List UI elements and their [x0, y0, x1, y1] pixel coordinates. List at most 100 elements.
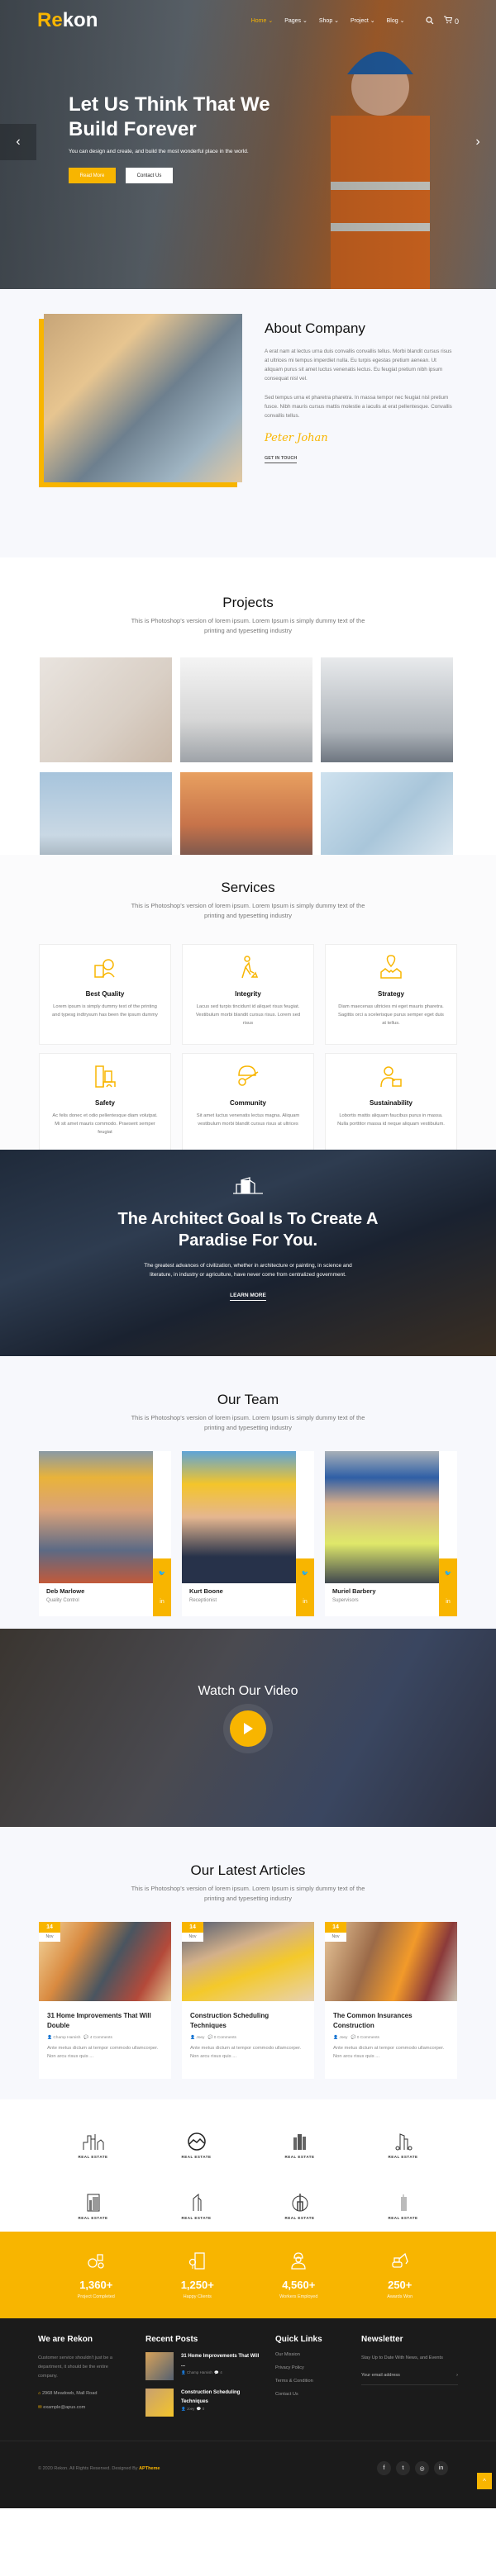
team-card: 🐦 in Muriel Barbery Supervisors	[325, 1451, 457, 1616]
recent-posts-title: Recent Posts	[145, 2335, 198, 2344]
search-icon[interactable]	[426, 17, 434, 25]
partner-logo[interactable]: REAL ESTATE	[41, 2132, 145, 2170]
team-name: Kurt Boone	[189, 1587, 223, 1595]
glass-building-logo-icon	[400, 2194, 407, 2211]
newsletter-email-input[interactable]: Your email address ›	[361, 2373, 458, 2385]
twitter-icon[interactable]: t	[396, 2461, 410, 2475]
article-card[interactable]: 14 Nov 31 Home Improvements That Will Dou…	[39, 1922, 171, 2079]
team-photo	[182, 1451, 296, 1583]
team-photo	[325, 1451, 439, 1583]
hero-subtitle: You can design and create, and build the…	[69, 149, 249, 154]
cart-button[interactable]: 0	[444, 16, 459, 26]
projects-section: Projects This is Photoshop's version of …	[0, 557, 496, 877]
submit-arrow-icon[interactable]: ›	[456, 2373, 458, 2378]
partner-logo[interactable]: REAL ESTATE	[351, 2132, 455, 2170]
slider-prev-button[interactable]: ‹	[0, 124, 36, 160]
partner-logo[interactable]: REAL ESTATE	[145, 2132, 248, 2170]
about-photo	[44, 314, 242, 482]
slider-next-button[interactable]: ›	[460, 124, 496, 160]
footer-bottom: © 2020 Rekon. All Rights Reserved. Desig…	[0, 2441, 496, 2508]
team-card: 🐦 in Deb Marlowe Quality Control	[39, 1451, 171, 1616]
nav-shop[interactable]: Shop ⌄	[319, 17, 339, 24]
partner-logo[interactable]: REAL ESTATE	[41, 2194, 145, 2232]
service-text: Diam maecenas ultricies mi eget mauris p…	[338, 1004, 444, 1026]
service-card: Strategy Diam maecenas ultricies mi eget…	[325, 944, 457, 1045]
article-author: Joey	[339, 2036, 348, 2040]
recent-post-thumb	[145, 2389, 174, 2417]
partner-logo[interactable]: REAL ESTATE	[351, 2194, 455, 2232]
twitter-icon[interactable]: 🐦	[159, 1570, 166, 1577]
article-image: 14 Nov	[39, 1922, 171, 2001]
recent-post-title[interactable]: Construction Scheduling Techniques	[181, 2389, 264, 2407]
designer-link[interactable]: APTheme	[139, 2466, 160, 2471]
article-card[interactable]: 14 Nov Construction Scheduling Techniques…	[182, 1922, 314, 2079]
instagram-icon[interactable]: ◎	[415, 2461, 429, 2475]
about-image	[39, 314, 242, 487]
road-roller-icon	[88, 2254, 104, 2269]
contact-us-button[interactable]: Contact Us	[126, 168, 173, 183]
building-outline-icon	[233, 1177, 263, 1194]
nav-blog[interactable]: Blog ⌄	[387, 17, 405, 24]
stat-value: 4,560+	[282, 2279, 316, 2291]
linkedin-icon[interactable]: in	[160, 1599, 164, 1605]
worker-icon	[291, 2252, 306, 2270]
architect-text: The greatest advances of civilization, w…	[144, 1263, 352, 1278]
team-subtitle: This is Photoshop's version of lorem ips…	[131, 1414, 365, 1431]
nav-project[interactable]: Project ⌄	[351, 17, 375, 24]
comment-icon: 💬	[196, 2407, 203, 2411]
recent-post-thumb	[145, 2352, 174, 2380]
stat-label: Workers Employed	[279, 2294, 318, 2299]
social-links: f t ◎ in	[377, 2461, 448, 2475]
nav-pages[interactable]: Pages ⌄	[284, 17, 308, 24]
architect-banner: The Architect Goal Is To Create A Paradi…	[0, 1150, 496, 1356]
user-icon: 👤	[181, 2407, 187, 2411]
back-to-top-button[interactable]: ^	[477, 2473, 492, 2489]
partner-logo[interactable]: REAL ESTATE	[145, 2193, 248, 2232]
article-title[interactable]: 31 Home Improvements That Will Double	[39, 2001, 171, 2031]
read-more-button[interactable]: Read More	[69, 168, 116, 183]
linkedin-icon[interactable]: in	[446, 1599, 450, 1605]
project-image[interactable]	[180, 657, 312, 762]
logo[interactable]: Rekon	[37, 9, 98, 32]
facebook-icon[interactable]: f	[377, 2461, 391, 2475]
comment-icon: 💬	[83, 2036, 90, 2040]
project-image[interactable]	[321, 657, 453, 762]
footer-email[interactable]: example@apus.com	[43, 2405, 85, 2410]
article-title[interactable]: Construction Scheduling Techniques	[182, 2001, 314, 2031]
article-excerpt: Ante metus dictum at tempor commodo ulla…	[333, 2046, 445, 2059]
team-name: Deb Marlowe	[46, 1587, 85, 1595]
stat-item: 1,250+ Happy Clients	[147, 2232, 249, 2318]
comment-icon: 💬	[207, 2036, 214, 2040]
recent-post-title[interactable]: 31 Home Improvements That Will ...	[181, 2352, 264, 2370]
learn-more-link[interactable]: LEARN MORE	[230, 1293, 266, 1301]
twitter-icon[interactable]: 🐦	[302, 1570, 309, 1577]
link-contact-us[interactable]: Contact Us	[275, 2392, 322, 2397]
link-our-mission[interactable]: Our Mission	[275, 2352, 322, 2357]
get-in-touch-link[interactable]: GET IN TOUCH	[265, 456, 298, 463]
about-title: About Company	[265, 320, 365, 336]
article-author: Joey	[196, 2036, 205, 2040]
partner-logo[interactable]: REAL ESTATE	[248, 2194, 351, 2232]
signature: Peter Johan	[265, 432, 328, 444]
video-section: Watch Our Video	[0, 1629, 496, 1827]
twitter-icon[interactable]: 🐦	[445, 1570, 452, 1577]
link-privacy-policy[interactable]: Privacy Policy	[275, 2365, 322, 2370]
team-role: Receptionist	[189, 1598, 217, 1603]
play-video-button[interactable]	[230, 1710, 266, 1747]
linkedin-icon[interactable]: in	[303, 1599, 307, 1605]
projects-subtitle: This is Photoshop's version of lorem ips…	[131, 617, 365, 634]
hero-section: Rekon Home ⌄ Pages ⌄ Shop ⌄ Project ⌄ Bl…	[0, 0, 496, 289]
linkedin-icon[interactable]: in	[434, 2461, 448, 2475]
nav-home[interactable]: Home ⌄	[251, 17, 273, 24]
service-text: Ac felis donec et odio pellentesque diam…	[52, 1113, 158, 1135]
project-image[interactable]	[40, 657, 172, 762]
article-image: 14 Nov	[182, 1922, 314, 2001]
footer-about-title: We are Rekon	[38, 2335, 93, 2344]
partner-logo[interactable]: REAL ESTATE	[248, 2132, 351, 2170]
recent-post[interactable]: Construction Scheduling Techniques 👤 Joey…	[145, 2389, 264, 2417]
recent-post[interactable]: 31 Home Improvements That Will ... 👤 Cham…	[145, 2352, 264, 2380]
link-terms[interactable]: Terms & Condition	[275, 2379, 322, 2384]
article-card[interactable]: 14 Nov The Common Insurances Construction…	[325, 1922, 457, 2079]
article-title[interactable]: The Common Insurances Construction	[325, 2001, 457, 2031]
cart-icon	[444, 16, 453, 24]
